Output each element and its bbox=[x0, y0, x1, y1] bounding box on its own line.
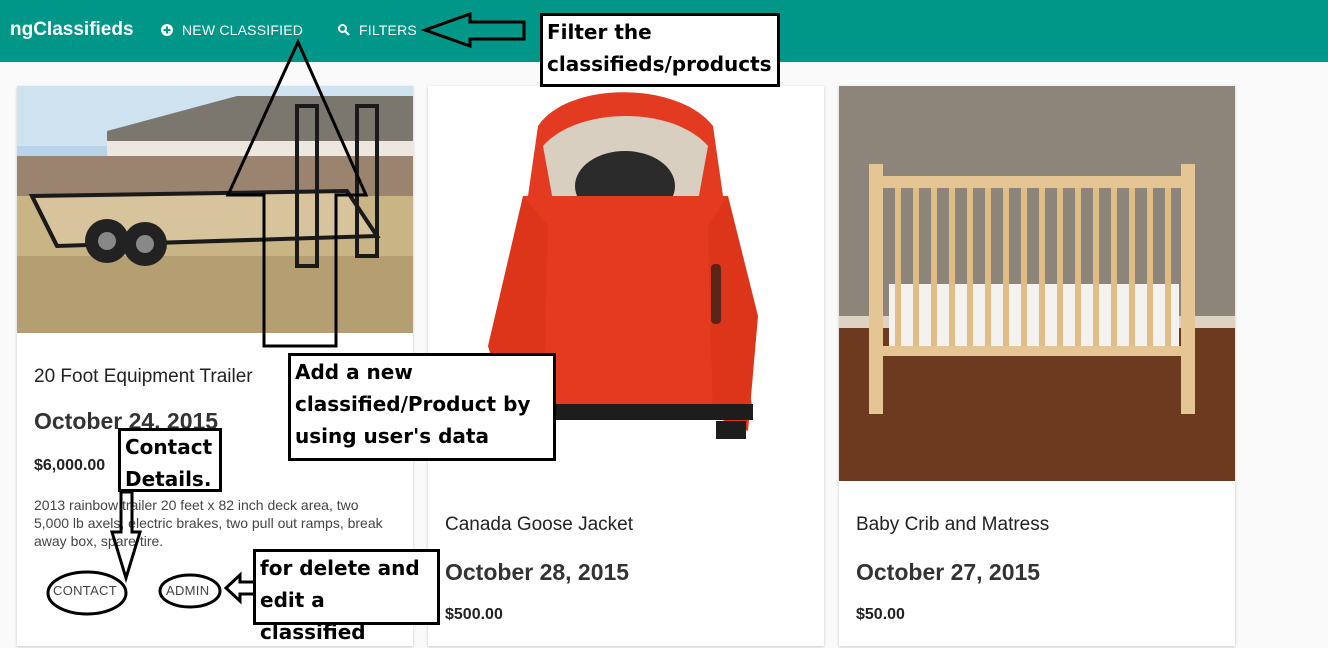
contact-button[interactable]: CONTACT bbox=[53, 583, 117, 598]
contact-annotation: Contact Details. bbox=[118, 428, 222, 492]
filters-button[interactable]: FILTERS bbox=[337, 22, 417, 38]
add-classified-annotation: Add a new classified/Product by using us… bbox=[288, 353, 556, 461]
card-price: $500.00 bbox=[445, 606, 503, 623]
new-classified-button[interactable]: NEW CLASSIFIED bbox=[160, 22, 303, 38]
classified-card: Baby Crib and Matress October 27, 2015 $… bbox=[839, 86, 1235, 646]
search-icon bbox=[338, 24, 350, 36]
admin-button[interactable]: ADMIN bbox=[166, 583, 209, 598]
admin-annotation: for delete and edit a classified bbox=[253, 549, 440, 644]
filter-annotation: Filter the classifieds/products bbox=[540, 13, 780, 87]
card-description: 2013 rainbow trailer 20 feet x 82 inch d… bbox=[34, 497, 383, 549]
card-title: Baby Crib and Matress bbox=[856, 514, 1050, 535]
trailer-image bbox=[17, 86, 413, 333]
new-classified-label: NEW CLASSIFIED bbox=[182, 22, 304, 38]
card-title: Canada Goose Jacket bbox=[445, 514, 634, 535]
card-price: $6,000.00 bbox=[34, 457, 106, 474]
card-title: 20 Foot Equipment Trailer bbox=[34, 366, 253, 387]
card-date: October 27, 2015 bbox=[856, 559, 1041, 585]
add-circle-icon bbox=[161, 24, 173, 36]
card-date: October 28, 2015 bbox=[445, 559, 630, 585]
crib-image bbox=[839, 86, 1235, 481]
card-price: $50.00 bbox=[856, 606, 905, 623]
filters-label: FILTERS bbox=[359, 22, 417, 38]
app-brand[interactable]: ngClassifieds bbox=[10, 19, 134, 41]
